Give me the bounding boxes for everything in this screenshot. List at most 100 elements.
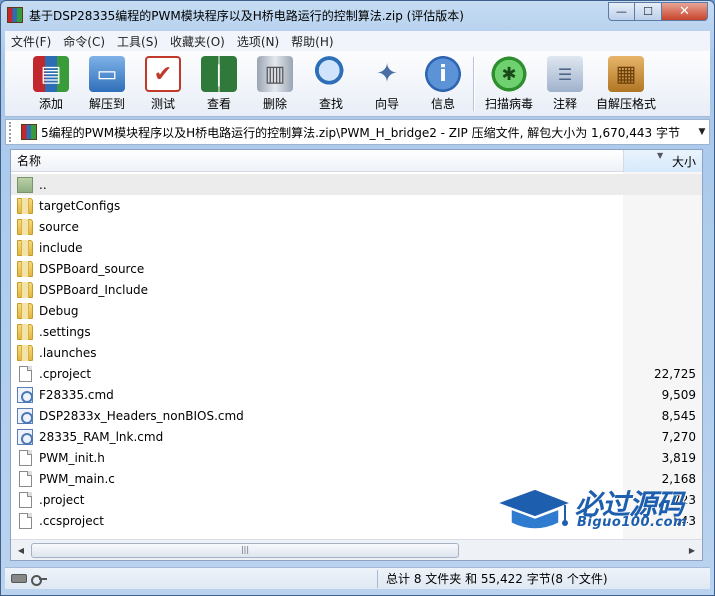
file-name: 28335_RAM_lnk.cmd [39, 429, 164, 444]
document-icon [19, 449, 32, 466]
file-row[interactable]: .launches [11, 342, 702, 363]
sort-descending-icon: ▼ [657, 151, 664, 160]
file-name: F28335.cmd [39, 387, 114, 402]
add-button[interactable]: ▤ 添加 [23, 51, 79, 115]
file-row[interactable]: source [11, 216, 702, 237]
find-button[interactable]: 查找 [303, 51, 359, 115]
close-button[interactable]: ✕ [662, 2, 708, 21]
menu-file[interactable]: 文件(F) [5, 33, 57, 50]
address-grip [9, 122, 17, 142]
status-icons [5, 574, 57, 586]
sfx-button[interactable]: ▦ 自解压格式 [593, 51, 659, 115]
maximize-button[interactable]: ☐ [635, 2, 662, 21]
graduation-cap-icon [495, 488, 573, 530]
address-bar[interactable]: 5编程的PWM模块程序以及H桥电路运行的控制算法.zip\PWM_H_bridg… [5, 119, 710, 145]
cmd-file-icon [17, 407, 33, 424]
file-name: .launches [39, 345, 97, 360]
file-row[interactable]: .settings [11, 321, 702, 342]
document-icon [19, 512, 32, 529]
menu-commands[interactable]: 命令(C) [57, 33, 111, 50]
file-name: .settings [39, 324, 91, 339]
winrar-app-icon [7, 7, 23, 23]
file-row[interactable]: F28335.cmd 9,509 [11, 384, 702, 405]
window-title: 基于DSP28335编程的PWM模块程序以及H桥电路运行的控制算法.zip (评… [29, 8, 464, 23]
extract-to-label: 解压到 [88, 97, 125, 111]
file-size: 9,509 [661, 387, 696, 402]
file-row[interactable]: Debug [11, 300, 702, 321]
document-icon [19, 365, 32, 382]
wizard-label: 向导 [374, 97, 399, 111]
file-size: 8,545 [661, 408, 696, 423]
test-button[interactable]: ✔ 测试 [135, 51, 191, 115]
view-button[interactable]: ❘ 查看 [191, 51, 247, 115]
virus-scan-bug-icon: ✱ [491, 56, 527, 92]
window-controls: — ☐ ✕ [608, 2, 708, 21]
add-archive-icon: ▤ [33, 56, 69, 92]
file-row[interactable]: .cproject 22,725 [11, 363, 702, 384]
file-name: source [39, 219, 79, 234]
menu-options[interactable]: 选项(N) [231, 33, 285, 50]
document-icon [19, 470, 32, 487]
file-name: DSPBoard_Include [39, 282, 149, 297]
file-row[interactable]: DSP2833x_Headers_nonBIOS.cmd 8,545 [11, 405, 702, 426]
parent-folder-icon [17, 176, 33, 193]
drive-icon[interactable] [11, 574, 27, 583]
folder-icon [17, 344, 33, 361]
find-magnifier-icon [313, 56, 349, 92]
horizontal-scrollbar[interactable]: ◀ ||| ▶ [11, 539, 702, 560]
folder-icon [17, 197, 33, 214]
file-name: targetConfigs [39, 198, 121, 213]
chevron-down-icon[interactable]: ▼ [695, 127, 709, 137]
folder-icon [17, 239, 33, 256]
scroll-right-icon[interactable]: ▶ [684, 542, 700, 558]
file-name: .ccsproject [39, 513, 104, 528]
scrollbar-thumb[interactable]: ||| [31, 543, 459, 558]
extract-to-button[interactable]: ▭ 解压到 [79, 51, 135, 115]
toolbar-separator [473, 57, 475, 111]
file-row[interactable]: DSPBoard_source [11, 258, 702, 279]
status-summary: 总计 8 文件夹 和 55,422 字节(8 个文件) [386, 572, 608, 586]
file-name: .cproject [39, 366, 92, 381]
wizard-button[interactable]: ✦ 向导 [359, 51, 415, 115]
menu-tools[interactable]: 工具(S) [111, 33, 164, 50]
sfx-label: 自解压格式 [595, 97, 656, 111]
comment-button[interactable]: ☰ 注释 [537, 51, 593, 115]
file-row[interactable]: include [11, 237, 702, 258]
title-bar[interactable]: 基于DSP28335编程的PWM模块程序以及H桥电路运行的控制算法.zip (评… [1, 1, 714, 29]
file-name: .project [39, 492, 85, 507]
file-row[interactable]: PWM_init.h 3,819 [11, 447, 702, 468]
toolbar: ▤ 添加 ▭ 解压到 ✔ 测试 ❘ 查看 ▥ 删除 查找 ✦ 向导 i 信息 ✱… [5, 51, 710, 117]
file-row[interactable]: DSPBoard_Include [11, 279, 702, 300]
delete-label: 删除 [262, 97, 287, 111]
file-row[interactable]: .. [11, 174, 702, 195]
watermark-logo: 必过源码 Biguo100.com [495, 481, 701, 537]
minimize-button[interactable]: — [608, 2, 635, 21]
find-label: 查找 [318, 97, 343, 111]
column-header-name[interactable]: 名称 [11, 150, 623, 172]
cmd-file-icon [17, 428, 33, 445]
file-name: DSP2833x_Headers_nonBIOS.cmd [39, 408, 244, 423]
view-label: 查看 [206, 97, 231, 111]
document-icon [19, 491, 32, 508]
info-button[interactable]: i 信息 [415, 51, 471, 115]
virus-scan-button[interactable]: ✱ 扫描病毒 [481, 51, 537, 115]
delete-button[interactable]: ▥ 删除 [247, 51, 303, 115]
comment-icon: ☰ [547, 56, 583, 92]
file-row[interactable]: 28335_RAM_lnk.cmd 7,270 [11, 426, 702, 447]
scroll-left-icon[interactable]: ◀ [13, 542, 29, 558]
file-name: include [39, 240, 83, 255]
key-icon[interactable] [31, 574, 47, 586]
file-name: DSPBoard_source [39, 261, 145, 276]
view-book-icon: ❘ [201, 56, 237, 92]
sfx-box-icon: ▦ [608, 56, 644, 92]
menu-help[interactable]: 帮助(H) [285, 33, 339, 50]
file-name: Debug [39, 303, 79, 318]
file-size: 3,819 [661, 450, 696, 465]
file-size: 22,725 [654, 366, 696, 381]
wizard-wand-icon: ✦ [376, 59, 398, 89]
file-row[interactable]: targetConfigs [11, 195, 702, 216]
test-label: 测试 [150, 97, 175, 111]
address-path[interactable]: 5编程的PWM模块程序以及H桥电路运行的控制算法.zip\PWM_H_bridg… [41, 124, 695, 141]
menu-favorites[interactable]: 收藏夹(O) [164, 33, 231, 50]
file-size: 7,270 [661, 429, 696, 444]
